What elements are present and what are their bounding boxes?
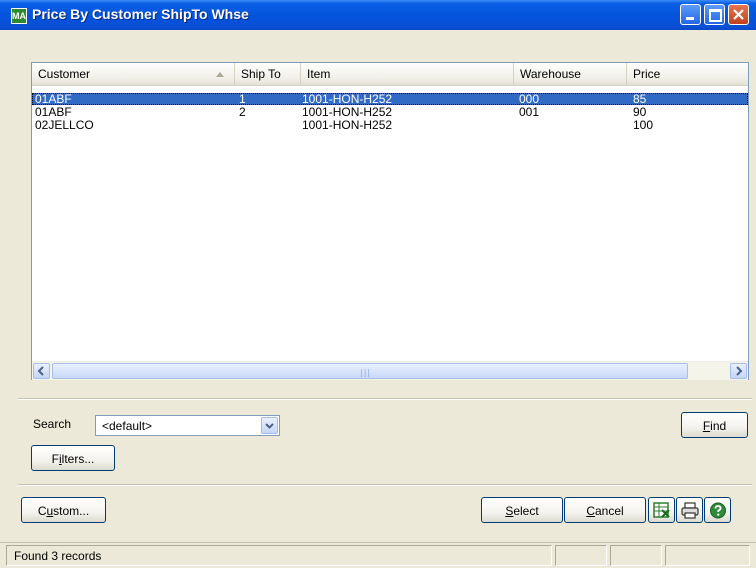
column-header-price[interactable]: Price xyxy=(627,63,748,85)
scroll-thumb[interactable]: ||| xyxy=(52,363,688,379)
cell-customer: 01ABF xyxy=(35,105,72,119)
status-panel: Found 3 records xyxy=(6,545,552,566)
select-button[interactable]: Select xyxy=(481,497,563,523)
cell-warehouse: 001 xyxy=(519,105,540,119)
table-row[interactable]: 02JELLCO 1001-HON-H252 100 xyxy=(32,119,748,131)
column-header-item[interactable]: Item xyxy=(301,63,514,85)
cell-item: 1001-HON-H252 xyxy=(302,118,393,132)
status-bar: Found 3 records xyxy=(0,542,756,568)
help-button[interactable] xyxy=(704,497,731,523)
column-header-warehouse[interactable]: Warehouse xyxy=(514,63,627,85)
cancel-button[interactable]: Cancel xyxy=(564,497,646,523)
minimize-button[interactable] xyxy=(680,4,701,25)
app-icon: MA xyxy=(11,8,27,24)
cell-price: 100 xyxy=(633,118,654,132)
cell-ship-to: 2 xyxy=(239,105,246,119)
chevron-down-icon xyxy=(265,423,274,429)
horizontal-scrollbar[interactable]: ||| xyxy=(32,361,748,380)
printer-icon xyxy=(681,502,699,519)
search-combo[interactable]: <default> xyxy=(95,415,280,436)
column-header-ship-to[interactable]: Ship To xyxy=(235,63,301,85)
close-icon xyxy=(733,9,744,20)
cell-item: 1001-HON-H252 xyxy=(302,92,393,106)
custom-button[interactable]: Custom... xyxy=(21,497,106,523)
scroll-left-button[interactable] xyxy=(33,363,50,379)
status-panel xyxy=(665,545,750,566)
close-button[interactable] xyxy=(728,4,749,25)
cell-customer: 01ABF xyxy=(35,92,72,106)
sort-ascending-icon xyxy=(216,72,224,77)
table-row[interactable]: 01ABF 1 1001-HON-H252 000 85 xyxy=(32,93,748,105)
cell-item: 1001-HON-H252 xyxy=(302,105,393,119)
records-grid[interactable]: Customer Ship To Item Warehouse Price 01… xyxy=(31,62,749,380)
cell-price: 85 xyxy=(633,92,647,106)
help-icon xyxy=(710,502,726,519)
excel-icon xyxy=(653,502,670,518)
chevron-left-icon xyxy=(37,366,44,376)
grid-header: Customer Ship To Item Warehouse Price xyxy=(32,63,748,86)
filters-button[interactable]: Filters... xyxy=(31,445,115,471)
table-row[interactable]: 01ABF 2 1001-HON-H252 001 90 xyxy=(32,106,748,118)
print-button[interactable] xyxy=(676,497,703,523)
divider xyxy=(18,398,752,400)
search-dropdown-button[interactable] xyxy=(261,417,278,434)
scroll-right-button[interactable] xyxy=(730,363,747,379)
grip-icon: ||| xyxy=(360,368,372,377)
search-label: Search xyxy=(33,417,72,431)
export-excel-button[interactable] xyxy=(648,497,675,523)
column-header-customer[interactable]: Customer xyxy=(32,63,235,85)
status-panel xyxy=(555,545,607,566)
chevron-right-icon xyxy=(736,366,743,376)
divider xyxy=(18,484,752,486)
status-text: Found 3 records xyxy=(14,549,102,563)
find-button[interactable]: Find xyxy=(681,412,748,438)
title-bar[interactable]: MA Price By Customer ShipTo Whse xyxy=(0,0,756,30)
search-combo-value: <default> xyxy=(102,419,153,433)
status-panel xyxy=(610,545,662,566)
cell-warehouse: 000 xyxy=(519,92,540,106)
cell-ship-to: 1 xyxy=(239,92,246,106)
window-title: Price By Customer ShipTo Whse xyxy=(32,6,249,22)
cell-price: 90 xyxy=(633,105,647,119)
cell-customer: 02JELLCO xyxy=(35,118,94,132)
maximize-button[interactable] xyxy=(704,4,725,25)
